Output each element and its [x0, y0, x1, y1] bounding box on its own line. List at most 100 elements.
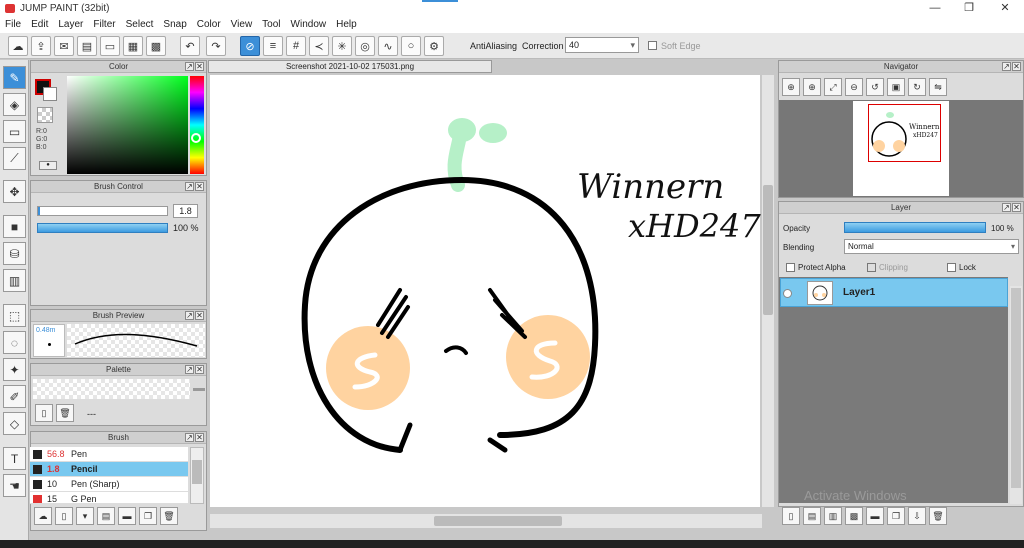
text-tool-icon[interactable]: T	[3, 447, 26, 470]
hue-slider-handle[interactable]	[191, 133, 201, 143]
close-icon[interactable]: ✕	[1012, 203, 1021, 212]
float-icon[interactable]: ↗	[1002, 203, 1011, 212]
correction-select[interactable]: 40 ▾	[565, 37, 639, 53]
float-icon[interactable]: ↗	[185, 365, 194, 374]
new-brush-icon[interactable]: ▯	[55, 507, 73, 525]
magic-wand-tool-icon[interactable]: ✦	[3, 358, 26, 381]
float-icon[interactable]: ↗	[185, 182, 194, 191]
menu-window[interactable]: Window	[286, 17, 332, 33]
eraser-tool-icon[interactable]: ◈	[3, 93, 26, 116]
chat-icon[interactable]: ✉	[54, 36, 74, 56]
close-icon[interactable]: ✕	[195, 433, 204, 442]
snap-grid-icon[interactable]: #	[286, 36, 306, 56]
zoom-out-icon[interactable]: ⊖	[845, 78, 863, 96]
color-sv-picker[interactable]	[67, 76, 188, 174]
menu-edit[interactable]: Edit	[26, 17, 53, 33]
brush-menu-icon[interactable]: ▾	[76, 507, 94, 525]
menu-select[interactable]: Select	[121, 17, 159, 33]
transparent-swatch[interactable]	[37, 107, 53, 123]
rotate-left-icon[interactable]: ↺	[866, 78, 884, 96]
menu-tool[interactable]: Tool	[257, 17, 285, 33]
export-icon[interactable]: ▦	[123, 36, 143, 56]
select-eraser-tool-icon[interactable]: ◇	[3, 412, 26, 435]
menu-snap[interactable]: Snap	[158, 17, 191, 33]
delete-layer-icon[interactable]: 🗑	[929, 507, 947, 525]
brush-item[interactable]: 10 Pen (Sharp)	[30, 477, 188, 492]
duplicate-layer-icon[interactable]: ❐	[887, 507, 905, 525]
move-tool-icon[interactable]: ✥	[3, 180, 26, 203]
menu-filter[interactable]: Filter	[88, 17, 120, 33]
lasso-tool-icon[interactable]: ◌	[3, 331, 26, 354]
brush-item-selected[interactable]: 1.8 Pencil	[30, 462, 188, 477]
new-layer-8bit-icon[interactable]: ▤	[803, 507, 821, 525]
close-icon[interactable]: ✕	[195, 182, 204, 191]
menu-help[interactable]: Help	[331, 17, 362, 33]
navigator-viewport[interactable]: Winnern xHD247	[779, 100, 1023, 197]
page-icon[interactable]: ▭	[100, 36, 120, 56]
zoom-icon[interactable]: ⊕	[803, 78, 821, 96]
palette-swatches[interactable]	[33, 379, 190, 399]
brush-settings-icon[interactable]: ▤	[97, 507, 115, 525]
drawing-canvas[interactable]: Winnern xHD247	[210, 75, 761, 507]
snap-off-icon[interactable]: ⊘	[240, 36, 260, 56]
palette-scrollbar[interactable]	[193, 388, 205, 391]
snap-perspective-icon[interactable]: ≺	[309, 36, 329, 56]
select-pen-tool-icon[interactable]: ✐	[3, 385, 26, 408]
new-palette-icon[interactable]: ▯	[35, 404, 53, 422]
brush-list-scrollbar[interactable]	[190, 447, 204, 504]
fill-rect-tool-icon[interactable]: ■	[3, 215, 26, 238]
snap-radial-icon[interactable]: ✳	[332, 36, 352, 56]
close-icon[interactable]: ✕	[195, 62, 204, 71]
document-tab[interactable]: Screenshot 2021-10-02 175031.png	[208, 60, 492, 73]
delete-palette-icon[interactable]: 🗑	[56, 404, 74, 422]
snap-settings-icon[interactable]: ⚙	[424, 36, 444, 56]
snap-circle-icon[interactable]: ◎	[355, 36, 375, 56]
snap-curve-icon[interactable]: ∿	[378, 36, 398, 56]
brush-opacity-slider[interactable]	[37, 223, 168, 233]
softedge-checkbox[interactable]	[648, 41, 657, 50]
brush-folder-icon[interactable]: ▬	[118, 507, 136, 525]
brush-item[interactable]: 15 G Pen	[30, 492, 188, 504]
close-icon[interactable]: ✕	[195, 365, 204, 374]
comment-icon[interactable]: ▤	[77, 36, 97, 56]
minimize-button[interactable]: —	[918, 0, 952, 17]
background-color-swatch[interactable]	[43, 87, 57, 101]
layer-opacity-slider[interactable]	[844, 222, 986, 233]
eyedropper-icon[interactable]: ●	[39, 161, 57, 170]
grid-icon[interactable]: ▩	[146, 36, 166, 56]
cloud-icon[interactable]: ☁	[8, 36, 28, 56]
menu-color[interactable]: Color	[192, 17, 226, 33]
rotate-right-icon[interactable]: ↻	[908, 78, 926, 96]
menu-file[interactable]: File	[0, 17, 26, 33]
close-button[interactable]: ✕	[988, 0, 1022, 17]
brush-size-value[interactable]: 1.8	[173, 204, 198, 218]
pen-tool-icon[interactable]: ✎	[3, 66, 26, 89]
brush-item[interactable]: 56.8 Pen	[30, 447, 188, 462]
snap-ellipse-icon[interactable]: ○	[401, 36, 421, 56]
float-icon[interactable]: ↗	[185, 311, 194, 320]
duplicate-brush-icon[interactable]: ❐	[139, 507, 157, 525]
float-icon[interactable]: ↗	[185, 433, 194, 442]
brush-size-slider[interactable]	[37, 206, 168, 216]
delete-brush-icon[interactable]: 🗑	[160, 507, 178, 525]
line-tool-icon[interactable]: ⟋	[3, 147, 26, 170]
menu-view[interactable]: View	[226, 17, 258, 33]
new-layer-1bit-icon[interactable]: ▥	[824, 507, 842, 525]
flip-icon[interactable]: ⇋	[929, 78, 947, 96]
bucket-tool-icon[interactable]: ⛁	[3, 242, 26, 265]
navigator-view-rect[interactable]	[868, 104, 941, 162]
layer-visibility-icon[interactable]	[783, 289, 792, 298]
fit-icon[interactable]: ⤢	[824, 78, 842, 96]
menu-layer[interactable]: Layer	[53, 17, 88, 33]
actual-size-icon[interactable]: ▣	[887, 78, 905, 96]
canvas-horizontal-scrollbar[interactable]	[210, 514, 762, 528]
share-icon[interactable]: ⇪	[31, 36, 51, 56]
layer-folder-icon[interactable]: ▬	[866, 507, 884, 525]
undo-icon[interactable]: ↶	[180, 36, 200, 56]
layer-list-scrollbar[interactable]	[1010, 286, 1022, 504]
hue-slider[interactable]	[190, 76, 204, 174]
snap-parallel-icon[interactable]: ≡	[263, 36, 283, 56]
zoom-in-icon[interactable]: ⊕	[782, 78, 800, 96]
select-rect-tool-icon[interactable]: ⬚	[3, 304, 26, 327]
rectangle-tool-icon[interactable]: ▭	[3, 120, 26, 143]
